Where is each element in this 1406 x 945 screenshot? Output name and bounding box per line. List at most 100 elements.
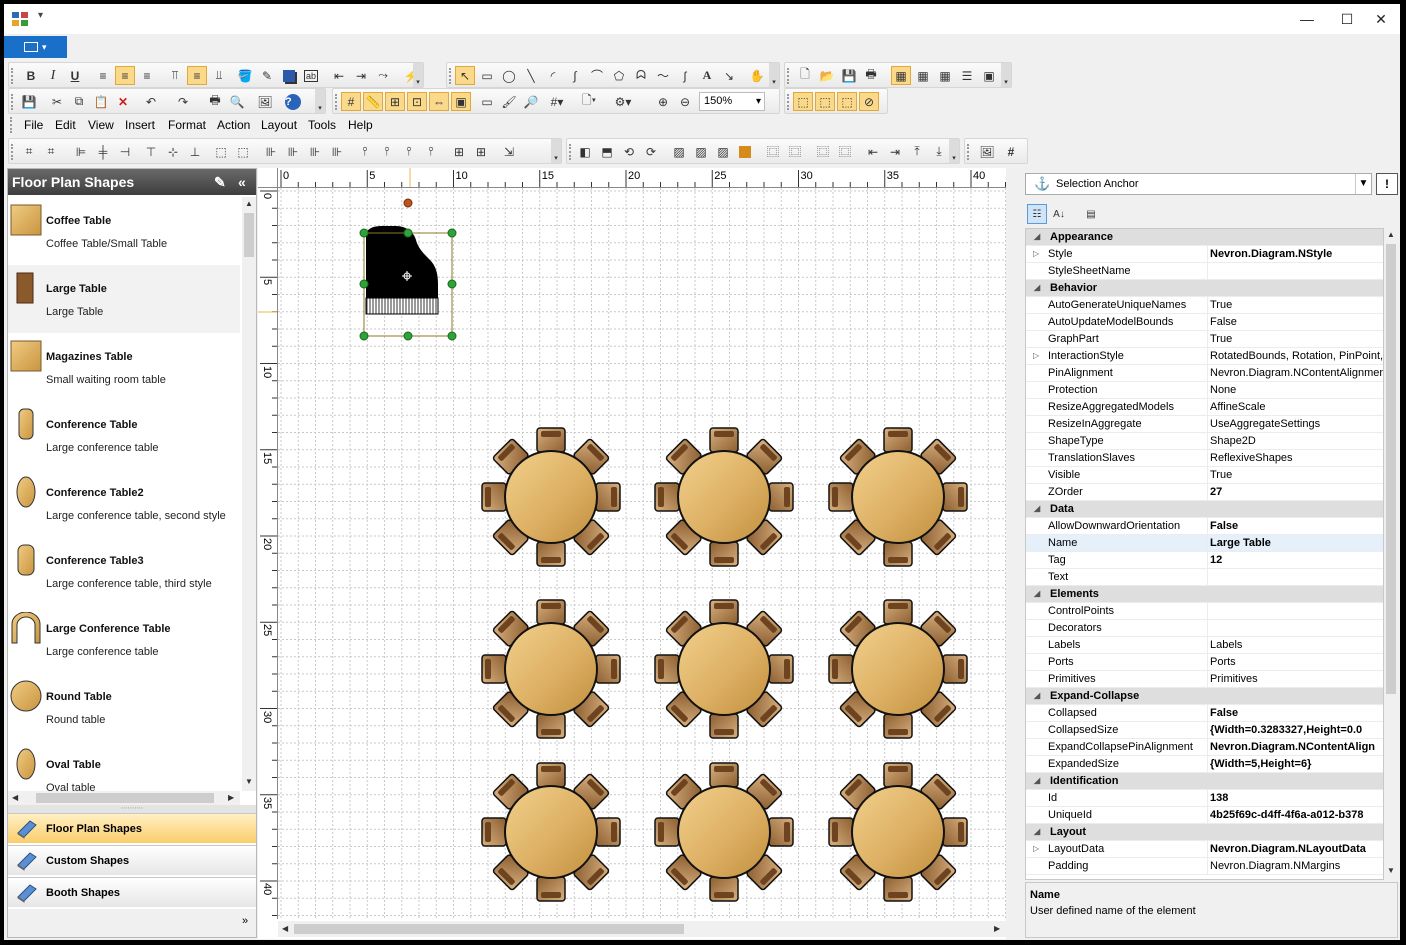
shape-item[interactable]: Coffee Table Coffee Table/Small Table (8, 197, 240, 265)
zoom-in-icon[interactable]: ⊕ (653, 92, 673, 111)
align-middles-icon[interactable]: ⊹ (163, 142, 183, 161)
toolbar-overflow-icon[interactable]: ▾ (949, 139, 959, 163)
toolbar-grip[interactable] (335, 94, 338, 110)
shape-item[interactable]: Oval Table Oval table (8, 741, 240, 791)
property-row[interactable]: ZOrder 27 (1026, 484, 1383, 501)
polygon-tool-icon[interactable]: ⬠ (609, 66, 629, 85)
align-right-icon[interactable]: ≡ (137, 66, 157, 85)
property-row[interactable]: ResizeAggregatedModels AffineScale (1026, 399, 1383, 416)
library-category[interactable]: Floor Plan Shapes (8, 813, 256, 843)
closed-curve-tool-icon[interactable]: ᗣ (631, 66, 651, 85)
rotate-right-icon[interactable]: ⟳ (641, 142, 661, 161)
property-pages-icon[interactable]: ▤ (1081, 204, 1101, 224)
property-category[interactable]: ◢ Expand-Collapse (1026, 688, 1383, 705)
menu-format[interactable]: Format (168, 118, 206, 132)
property-value[interactable]: UseAggregateSettings (1207, 416, 1383, 432)
property-value[interactable]: 12 (1207, 552, 1383, 568)
selection-anchor-combo[interactable]: ⚓ Selection Anchor ▼ (1025, 173, 1372, 195)
property-row[interactable]: Protection None (1026, 382, 1383, 399)
shape-item[interactable]: Conference Table2 Large conference table,… (8, 469, 240, 537)
property-row[interactable]: AllowDownwardOrientation False (1026, 518, 1383, 535)
property-row[interactable]: Name Large Table (1026, 535, 1383, 552)
maximize-button[interactable]: ☐ (1332, 8, 1362, 30)
round-table-with-chairs[interactable] (481, 599, 621, 739)
bold-button[interactable]: B (21, 66, 41, 85)
layout-view-2-icon[interactable]: ▦ (913, 66, 933, 85)
property-value[interactable]: Ports (1207, 654, 1383, 670)
center-vertically-icon[interactable]: ⊞ (471, 142, 491, 161)
property-row[interactable]: CollapsedSize {Width=0.3283327,Height=0.0 (1026, 722, 1383, 739)
undo-icon[interactable]: ↶ (141, 92, 161, 111)
group-shapes-icon[interactable]: ⿴ (763, 142, 783, 161)
scrollbar-thumb[interactable] (1386, 244, 1396, 694)
toolbar-overflow-icon[interactable]: ▾ (413, 63, 423, 87)
menu-edit[interactable]: Edit (55, 118, 76, 132)
line-tool-icon[interactable]: ╲ (521, 66, 541, 85)
flip-vertical-icon[interactable]: ⬒ (597, 142, 617, 161)
move-right-icon[interactable]: ⇥ (885, 142, 905, 161)
expand-icon[interactable]: ▷ (1033, 841, 1039, 857)
vertical-ruler[interactable]: 0 5 10 15 20 25 30 35 40 (258, 188, 278, 919)
fill-bucket-icon[interactable]: 🪣 (235, 66, 255, 85)
property-value[interactable]: Nevron.Diagram.NLayoutData (1207, 841, 1383, 857)
property-value[interactable] (1207, 569, 1383, 585)
property-row[interactable]: Visible True (1026, 467, 1383, 484)
round-table-with-chairs[interactable] (654, 427, 794, 567)
align-top-icon[interactable]: ⫪ (165, 66, 185, 85)
space-vertical-4-icon[interactable]: ⫯ (421, 142, 441, 161)
layout-view-3-icon[interactable]: ▦ (935, 66, 955, 85)
collapse-icon[interactable]: ◢ (1034, 229, 1040, 245)
align-tops-icon[interactable]: ⊤ (141, 142, 161, 161)
arc-tool-icon[interactable]: ◜ (543, 66, 563, 85)
pointer-tool-icon[interactable]: ↖ (455, 66, 475, 85)
move-down-icon[interactable]: ⤓ (929, 142, 949, 161)
property-category[interactable]: ◢ Elements (1026, 586, 1383, 603)
save-icon[interactable]: 💾 (19, 92, 39, 111)
toolbar-grip[interactable] (787, 94, 790, 110)
property-row[interactable]: Tag 12 (1026, 552, 1383, 569)
ungroup-shapes-icon[interactable]: ⿴ (785, 142, 805, 161)
print-preview-icon[interactable]: 🔍 (227, 92, 247, 111)
property-row[interactable]: Labels Labels (1026, 637, 1383, 654)
export-image-icon[interactable]: 🖼 (255, 92, 275, 111)
property-value[interactable]: Shape2D (1207, 433, 1383, 449)
scrollbar-thumb[interactable] (294, 924, 684, 934)
align-bottoms-icon[interactable]: ⊥ (185, 142, 205, 161)
align-rights-icon[interactable]: ⊣ (115, 142, 135, 161)
resize-handle[interactable] (447, 331, 457, 341)
underline-button[interactable]: U (65, 66, 85, 85)
resize-handle[interactable] (447, 279, 457, 289)
scrollbar-thumb[interactable] (36, 793, 214, 803)
begin-arrow-icon[interactable]: ⇤ (329, 66, 349, 85)
shape-item[interactable]: Conference Table3 Large conference table,… (8, 537, 240, 605)
paste-icon[interactable]: 📋 (91, 92, 111, 111)
round-table-with-chairs[interactable] (828, 762, 968, 902)
selection-mode-2-icon[interactable]: ⬚ (815, 92, 835, 111)
property-row[interactable]: StyleSheetName (1026, 263, 1383, 280)
snap-toggle-icon[interactable]: ⊡ (407, 92, 427, 111)
shape-item[interactable]: Large Conference Table Large conference t… (8, 605, 240, 673)
polyline-tool-icon[interactable]: ⌒ (587, 66, 607, 85)
toolbar-overflow-icon[interactable]: ▾ (1001, 63, 1011, 87)
scroll-left-icon[interactable]: ◀ (282, 924, 288, 933)
property-value[interactable] (1207, 263, 1383, 279)
layout-view-5-icon[interactable]: ▣ (979, 66, 999, 85)
freehand-tool-icon[interactable]: ʃ (675, 66, 695, 85)
save-document-icon[interactable]: 💾 (839, 66, 859, 85)
delete-icon[interactable]: ✕ (113, 92, 133, 111)
property-value[interactable]: True (1207, 297, 1383, 313)
drawing-surface[interactable] (278, 188, 1006, 919)
resize-handle[interactable] (359, 228, 369, 238)
property-row[interactable]: ShapeType Shape2D (1026, 433, 1383, 450)
decompose-icon[interactable]: ⿴ (835, 142, 855, 161)
copy-icon[interactable]: ⧉ (69, 92, 89, 111)
property-row[interactable]: ▷ LayoutData Nevron.Diagram.NLayoutData (1026, 841, 1383, 858)
fit-toggle-icon[interactable]: ⇔ (429, 92, 449, 111)
menu-tools[interactable]: Tools (308, 118, 336, 132)
library-book-icon[interactable]: ✎ (214, 169, 226, 195)
property-row[interactable]: PinAlignment Nevron.Diagram.NContentAlign… (1026, 365, 1383, 382)
zoom-out-icon[interactable]: ⊖ (675, 92, 695, 111)
shape-list-vertical-scrollbar[interactable]: ▲ ▼ (242, 197, 256, 791)
property-value[interactable]: Nevron.Diagram.NContentAlignment (1207, 365, 1383, 381)
guides-toggle-icon[interactable]: ⊞ (385, 92, 405, 111)
